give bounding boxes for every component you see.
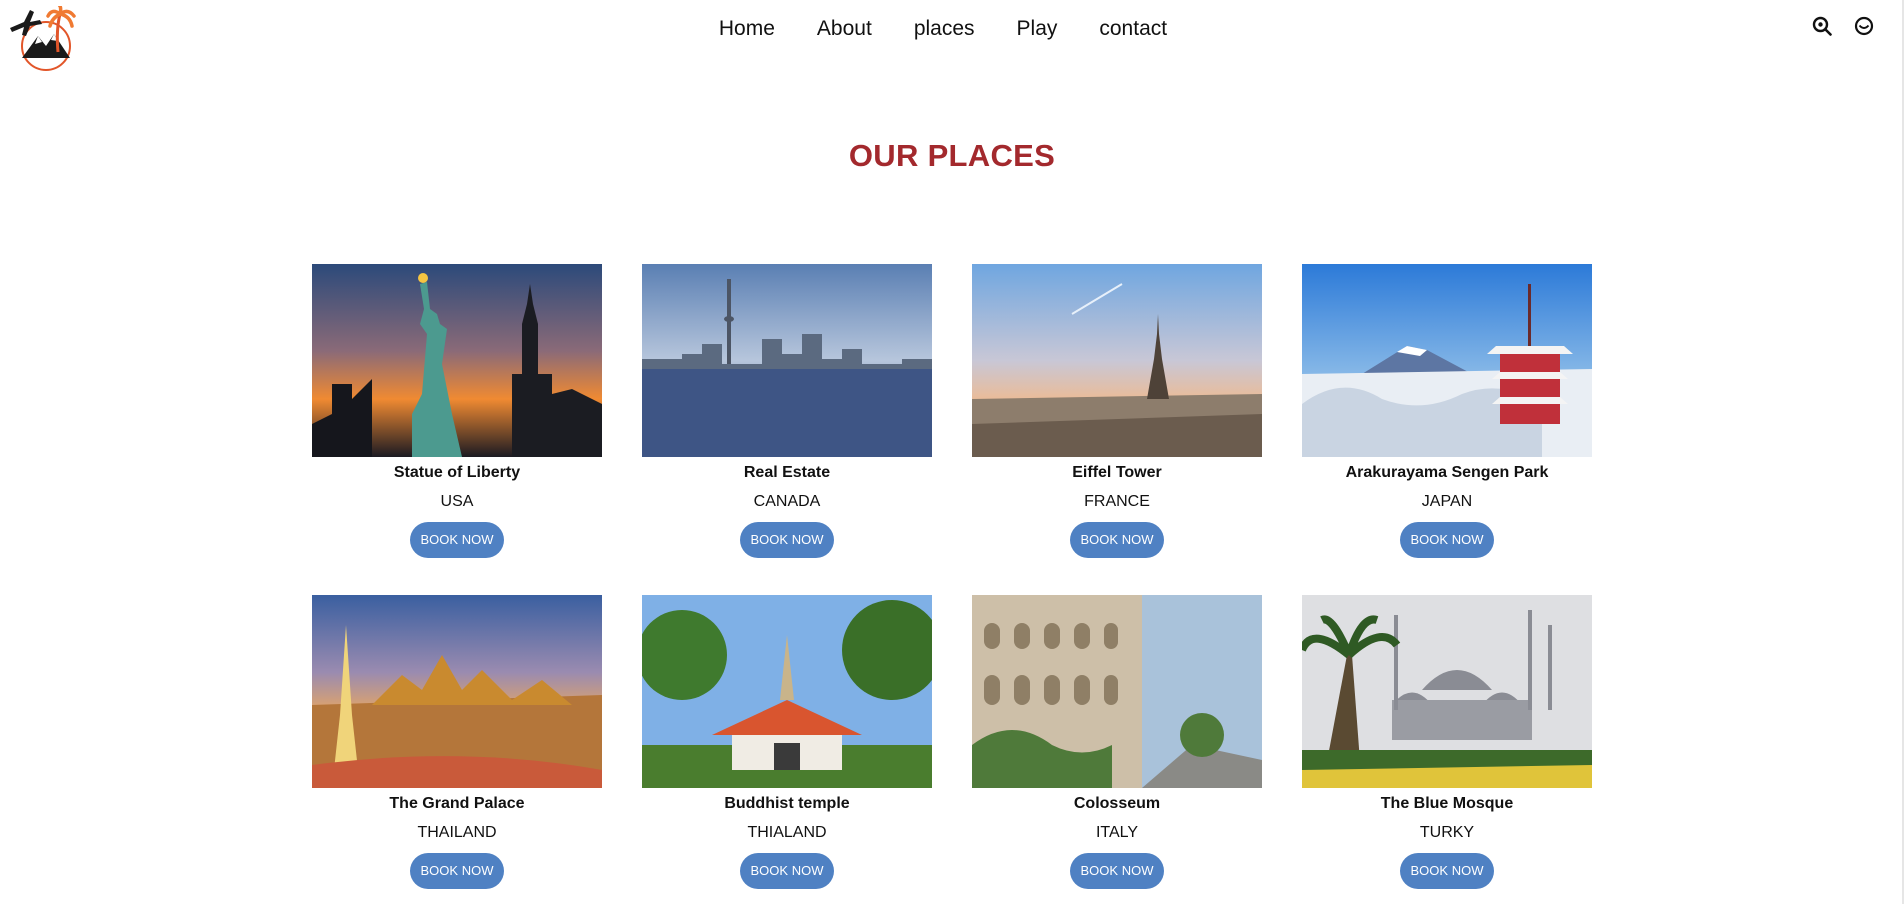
place-card: Arakurayama Sengen Park JAPAN BOOK NOW	[1302, 264, 1592, 595]
place-image	[972, 264, 1262, 457]
nav-home[interactable]: Home	[719, 16, 775, 42]
place-country: THAILAND	[417, 824, 497, 841]
place-name: The Grand Palace	[389, 795, 525, 812]
place-country: CANADA	[753, 493, 821, 510]
book-now-button[interactable]: BOOK NOW	[410, 853, 504, 889]
book-now-button[interactable]: BOOK NOW	[1400, 853, 1494, 889]
place-name: Colosseum	[1073, 795, 1161, 812]
place-image	[312, 264, 602, 457]
nav-about[interactable]: About	[817, 16, 872, 42]
book-now-button[interactable]: BOOK NOW	[740, 522, 834, 558]
place-card: Buddhist temple THIALAND BOOK NOW	[642, 595, 932, 904]
place-country: FRANCE	[1084, 493, 1150, 510]
header-tools	[1812, 16, 1874, 36]
place-card: The Blue Mosque TURKY BOOK NOW	[1302, 595, 1592, 904]
place-name: The Blue Mosque	[1380, 795, 1514, 812]
place-card: Colosseum ITALY BOOK NOW	[972, 595, 1262, 904]
nav-play[interactable]: Play	[1017, 16, 1058, 42]
place-name: Statue of Liberty	[393, 464, 521, 481]
book-now-button[interactable]: BOOK NOW	[410, 522, 504, 558]
place-image	[972, 595, 1262, 788]
places-grid: Statue of Liberty USA BOOK NOW Real Esta…	[312, 264, 1592, 904]
place-country: USA	[440, 493, 474, 510]
place-card: The Grand Palace THAILAND BOOK NOW	[312, 595, 602, 904]
main-nav: Home About places Play contact	[0, 16, 1904, 42]
place-country: JAPAN	[1421, 493, 1473, 510]
place-image	[312, 595, 602, 788]
book-now-button[interactable]: BOOK NOW	[1070, 853, 1164, 889]
place-name: Buddhist temple	[724, 795, 850, 812]
place-image	[642, 595, 932, 788]
book-now-button[interactable]: BOOK NOW	[1400, 522, 1494, 558]
place-image	[1302, 595, 1592, 788]
place-image	[642, 264, 932, 457]
nav-contact[interactable]: contact	[1099, 16, 1167, 42]
book-now-button[interactable]: BOOK NOW	[1070, 522, 1164, 558]
place-card: Eiffel Tower FRANCE BOOK NOW	[972, 264, 1262, 595]
search-icon[interactable]	[1812, 16, 1832, 36]
place-name: Real Estate	[743, 464, 831, 481]
place-name: Arakurayama Sengen Park	[1345, 464, 1549, 481]
place-card: Statue of Liberty USA BOOK NOW	[312, 264, 602, 595]
user-icon[interactable]	[1854, 16, 1874, 36]
place-country: ITALY	[1095, 824, 1139, 841]
page: Home About places Play contact OUR PLACE…	[0, 0, 1904, 904]
nav-places[interactable]: places	[914, 16, 975, 42]
place-card: Real Estate CANADA BOOK NOW	[642, 264, 932, 595]
book-now-button[interactable]: BOOK NOW	[740, 853, 834, 889]
place-image	[1302, 264, 1592, 457]
place-country: THIALAND	[747, 824, 827, 841]
section-title: OUR PLACES	[848, 138, 1056, 173]
place-name: Eiffel Tower	[1072, 464, 1162, 481]
place-country: TURKY	[1419, 824, 1475, 841]
